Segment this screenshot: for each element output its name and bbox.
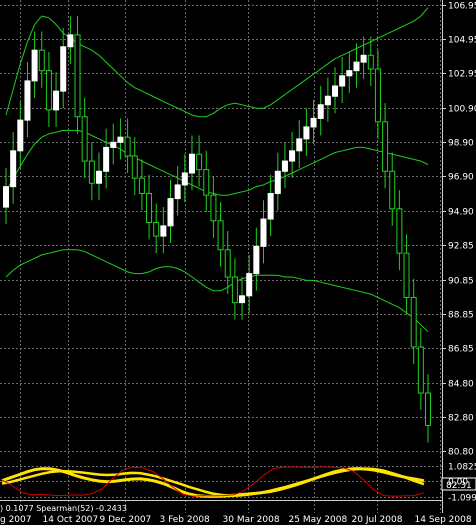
candle-body <box>310 117 317 128</box>
candle-body <box>10 150 17 188</box>
candle-body <box>332 85 339 97</box>
candle-body <box>253 245 260 275</box>
price-tick-label: 86.85 <box>448 345 474 355</box>
candle-body <box>196 153 203 171</box>
time-tick-label: 14 Oct 2007 <box>43 515 99 525</box>
candle-body <box>317 104 324 119</box>
candle-body <box>81 116 88 162</box>
price-tick-label: 106.95 <box>448 2 476 12</box>
candle-body <box>289 150 296 162</box>
candle-body <box>346 70 353 77</box>
candle-body <box>103 146 110 172</box>
candle-body <box>324 95 331 106</box>
candle-body <box>88 160 95 184</box>
candle-body <box>339 75 346 87</box>
candle-body <box>296 138 303 152</box>
candle-body <box>181 172 188 186</box>
price-tick-label: 94.90 <box>448 208 474 218</box>
candle-body <box>131 155 138 179</box>
price-tick-label: 80.80 <box>448 448 474 458</box>
candle-body <box>17 119 24 152</box>
candle-body <box>38 49 45 72</box>
candle-body <box>3 186 9 208</box>
candle-body <box>389 170 396 210</box>
price-tick-label: 102.95 <box>448 70 476 80</box>
candle-body <box>353 61 360 72</box>
candle-body <box>367 54 374 70</box>
candle-body <box>146 192 153 223</box>
candle-body <box>45 70 52 111</box>
candle-body <box>203 169 210 196</box>
time-tick-label: 14 Sep 2008 <box>415 515 472 525</box>
candle-body <box>425 392 431 426</box>
price-tick-label: 98.90 <box>448 139 474 149</box>
time-tick-label: 3 Feb 2008 <box>160 515 211 525</box>
candle-body <box>188 153 195 174</box>
candle-body <box>153 221 160 237</box>
candle-body <box>224 249 231 278</box>
price-tick-label: 82.80 <box>448 414 474 424</box>
candle-body <box>260 218 267 247</box>
candle-body <box>117 136 124 143</box>
candle-body <box>138 177 145 194</box>
candle-body <box>67 34 74 48</box>
candle-body <box>160 225 167 237</box>
candle-body <box>110 141 117 148</box>
candle-body <box>382 121 389 172</box>
indicator-tick-label: 0.00 <box>448 478 468 488</box>
trading-chart[interactable]: 106.95 104.95 102.95 100.90 98.90 96.90 94.90 9… <box>0 0 476 525</box>
candle-body <box>231 276 238 304</box>
candle-body <box>95 170 102 184</box>
time-tick-label: 30 Mar 2008 <box>223 515 280 525</box>
candle-body <box>60 46 67 92</box>
candle-body <box>167 198 174 227</box>
candle-body <box>124 136 131 157</box>
time-tick-label: 25 May 2008 <box>289 515 348 525</box>
candle-body <box>410 297 417 348</box>
candle-body <box>174 184 181 200</box>
candle-body <box>417 346 424 394</box>
candle-body <box>360 54 367 63</box>
price-tick-label: 92.85 <box>448 242 474 252</box>
price-tick-label: 96.90 <box>448 173 474 183</box>
indicator-tick-label: 1.0825 <box>448 463 476 473</box>
price-tick-label: 104.95 <box>448 36 476 46</box>
candle-body <box>303 126 310 140</box>
price-tick-label: 90.85 <box>448 277 474 287</box>
candle-body <box>210 194 217 222</box>
time-tick-label: 9 Dec 2007 <box>100 515 152 525</box>
time-axis: g 2007 14 Oct 2007 9 Dec 2007 3 Feb 2008 30 … <box>0 515 472 525</box>
candle-body <box>53 90 60 111</box>
price-tick-label: 84.80 <box>448 380 474 390</box>
price-tick-label: 100.90 <box>448 105 476 115</box>
candle-body <box>246 273 253 297</box>
candle-body <box>31 49 38 82</box>
candle-body <box>239 295 246 304</box>
candle-body <box>281 160 288 172</box>
time-tick-label: 20 Jul 2008 <box>352 515 403 525</box>
candle-body <box>396 208 403 254</box>
time-tick-label: g 2007 <box>0 515 31 525</box>
indicator-tick-label: -1.0992 <box>448 494 476 504</box>
price-tick-label: 88.85 <box>448 311 474 321</box>
candle-body <box>374 68 381 123</box>
candle-body <box>24 80 31 121</box>
candle-body <box>74 34 81 118</box>
candle-body <box>403 252 410 299</box>
candle-body <box>217 220 224 251</box>
candle-body <box>274 170 281 194</box>
candle-body <box>267 192 274 220</box>
indicator-title: ) 0.1077 Spearman(52) -0.2433 <box>0 504 127 513</box>
